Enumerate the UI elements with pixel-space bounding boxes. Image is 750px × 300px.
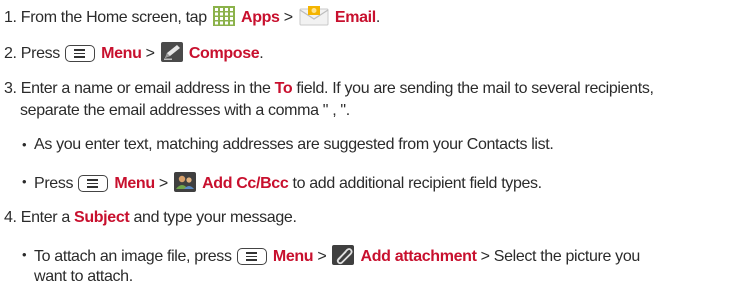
- step-text: Enter a name or email address in the: [20, 80, 271, 97]
- step-number: 3.: [4, 80, 17, 97]
- step-number: 1.: [4, 9, 17, 26]
- menu-label: Menu: [114, 175, 155, 192]
- bullet-marker: •: [22, 137, 27, 152]
- bullet-text: Press: [34, 175, 74, 192]
- step-text-end: and type your message.: [133, 209, 297, 226]
- add-attachment-label: Add attachment: [360, 248, 477, 265]
- step-text: Press: [20, 45, 61, 62]
- bullet-text-end: to add additional recipient field types.: [292, 175, 543, 192]
- separator: >: [145, 45, 155, 62]
- paperclip-icon: [332, 245, 355, 271]
- step-text-continued: field. If you are sending the mail to se…: [296, 80, 654, 97]
- step-3: 3. Enter a name or email address in the …: [4, 79, 654, 99]
- bullet-3-line-2: want to attach.: [34, 268, 133, 285]
- separator: >: [158, 175, 168, 192]
- bullet-1: As you enter text, matching addresses ar…: [34, 136, 554, 153]
- step-end: .: [375, 9, 380, 26]
- compose-pen-icon: [160, 42, 183, 68]
- step-number: 4.: [4, 209, 17, 226]
- apps-grid-icon: [212, 6, 235, 32]
- bullet-marker: •: [22, 247, 27, 262]
- step-text: From the Home screen, tap: [20, 9, 207, 26]
- menu-key-icon: [78, 175, 109, 192]
- step-3-line-2: separate the email addresses with a comm…: [20, 102, 350, 119]
- menu-label: Menu: [101, 45, 142, 62]
- bullet-marker: •: [22, 174, 27, 189]
- email-label: Email: [334, 9, 376, 26]
- subject-label: Subject: [74, 209, 130, 226]
- apps-label: Apps: [240, 9, 280, 26]
- email-envelope-icon: [299, 6, 329, 32]
- bullet-text: To attach an image file, press: [34, 248, 232, 265]
- add-contact-icon: [173, 172, 196, 198]
- step-2: 2. Press Menu > Compose.: [4, 42, 264, 68]
- bullet-text-end: > Select the picture you: [480, 248, 641, 265]
- compose-label: Compose: [188, 45, 260, 62]
- menu-key-icon: [236, 248, 267, 265]
- bullet-2: Press Menu > Add Cc/Bcc to add additiona…: [34, 172, 542, 198]
- step-text: Enter a: [20, 209, 70, 226]
- step-end: .: [259, 45, 264, 62]
- menu-label: Menu: [272, 248, 314, 265]
- step-1: 1. From the Home screen, tap Apps > Emai…: [4, 6, 380, 32]
- to-field-label: To: [274, 80, 293, 97]
- step-4: 4. Enter a Subject and type your message…: [4, 208, 297, 228]
- separator: >: [317, 248, 327, 265]
- step-number: 2.: [4, 45, 17, 62]
- add-cc-bcc-label: Add Cc/Bcc: [202, 175, 289, 192]
- separator: >: [283, 9, 293, 26]
- menu-key-icon: [65, 45, 96, 62]
